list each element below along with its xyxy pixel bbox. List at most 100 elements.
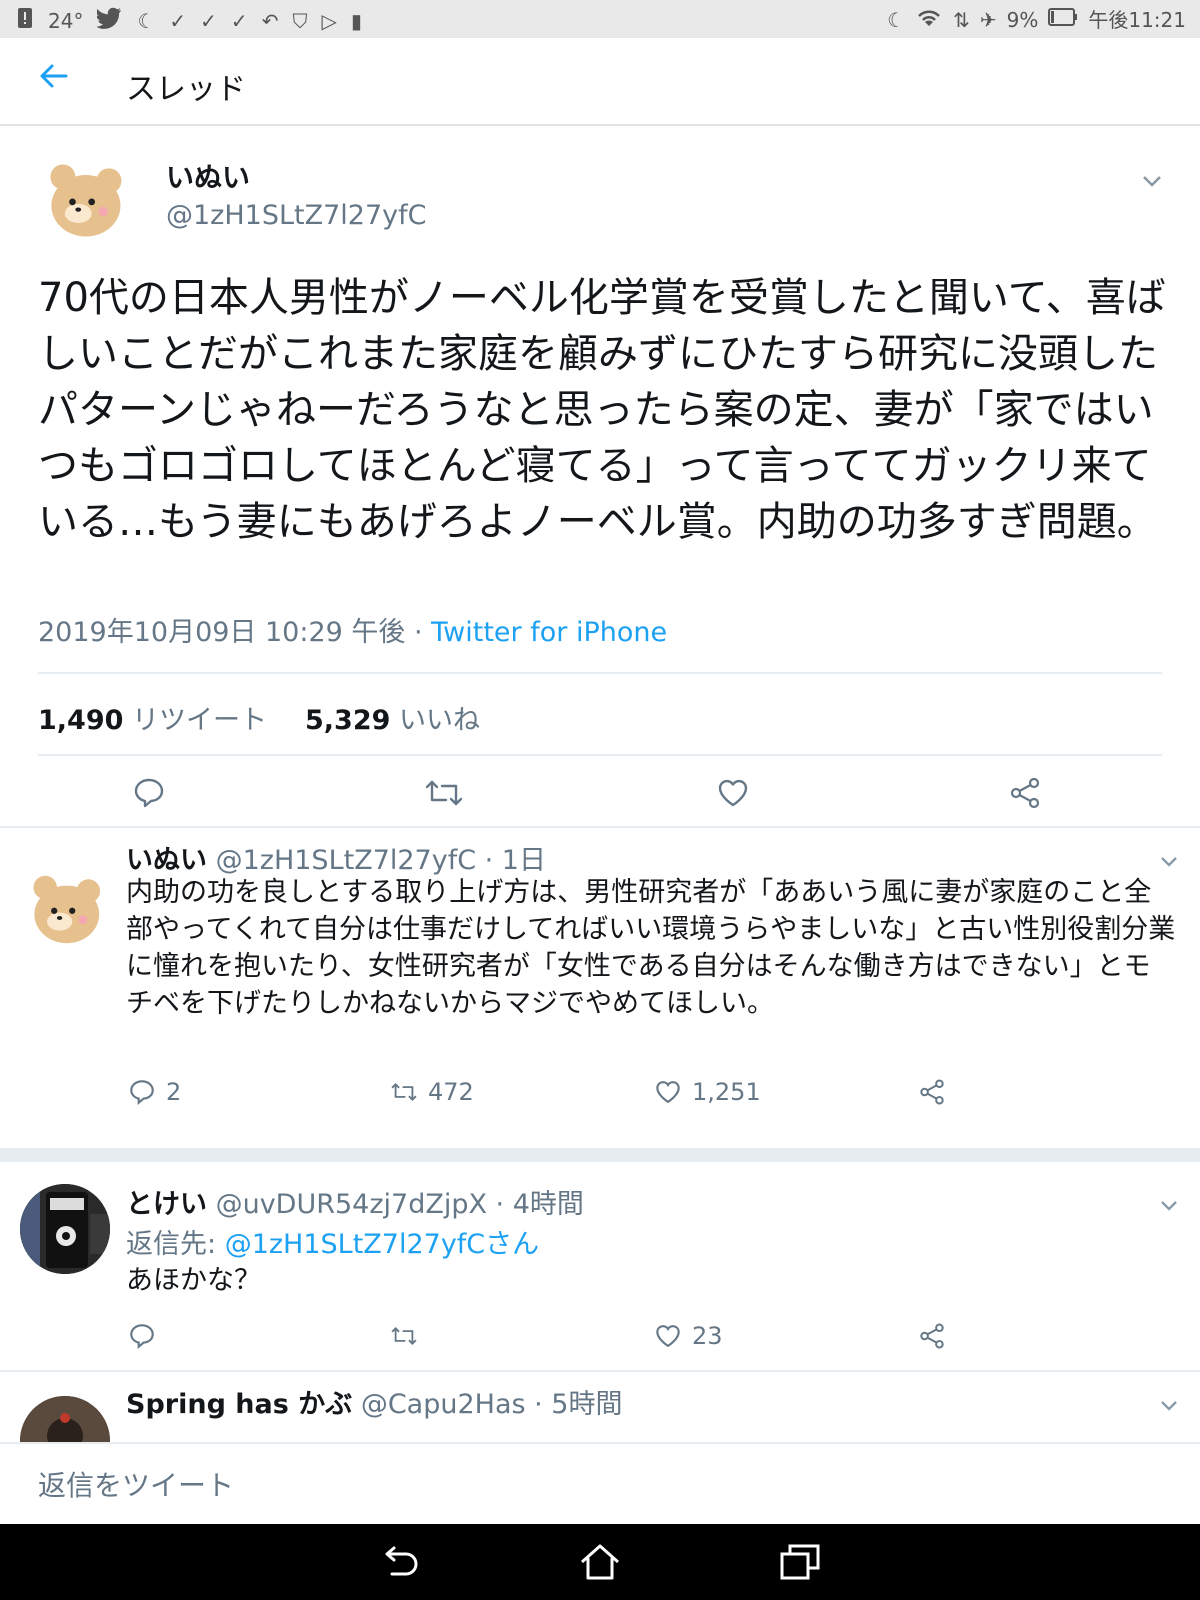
reply-text: 内助の功を良しとする取り上げ方は、男性研究者が「ああいう風に妻が家庭のこと全部や… (126, 877, 1176, 1019)
retweet-button[interactable] (390, 1322, 428, 1350)
like-count: 1,251 (692, 1078, 761, 1106)
replying-to-link[interactable]: @1zH1SLtZ7l27yfCさん (225, 1229, 539, 1260)
check-icon: ✓ (169, 9, 187, 33)
retweets-label: リツイート (132, 705, 267, 736)
battery-icon (1048, 7, 1078, 33)
reply-button[interactable] (128, 1322, 166, 1350)
retweets-stat[interactable]: 1,490 リツイート (38, 698, 267, 737)
reply-icon (130, 1324, 154, 1349)
reply-tweet[interactable]: Spring has かぶ @Capu2Has · 5時間 (0, 1374, 1200, 1442)
like-button[interactable]: 23 (654, 1322, 723, 1350)
reply-author-name[interactable]: いぬい (126, 845, 207, 876)
reply-tweet[interactable]: いぬい @1zH1SLtZ7l27yfC · 1日 内助の功を良しとする取り上げ… (0, 830, 1200, 1150)
check-icon: ✓ (230, 9, 248, 33)
reply-actions: 2 472 1,251 (0, 1078, 1200, 1114)
tweet-actions (0, 768, 1200, 818)
retweet-icon (391, 1327, 417, 1345)
photo-avatar-icon (20, 1184, 110, 1274)
retweet-button[interactable] (424, 776, 463, 812)
replying-to-label: 返信先: (126, 1229, 225, 1260)
back-nav-button[interactable] (378, 1540, 422, 1584)
reply-author-name[interactable]: とけい (126, 1189, 207, 1220)
shield-icon: ⛉ (292, 9, 308, 33)
reply-tweet[interactable]: とけい @uvDUR54zj7dZjpX · 4時間 返信先: @1zH1SLt… (0, 1162, 1200, 1372)
divider (38, 672, 1162, 674)
chevron-down-icon[interactable] (1160, 1192, 1178, 1216)
avatar[interactable] (20, 864, 110, 954)
retweet-icon (425, 780, 463, 806)
share-button[interactable] (918, 1078, 946, 1106)
retweet-icon (391, 1083, 417, 1101)
moon-icon: ☾ (887, 8, 906, 32)
chevron-down-icon[interactable] (1142, 168, 1162, 193)
avatar[interactable] (20, 1184, 110, 1274)
temperature-text: 24° (48, 9, 84, 33)
arrow-left-icon (40, 64, 68, 88)
moon-icon: ☾ (137, 9, 156, 33)
thread-separator (0, 1150, 1200, 1162)
wifi-icon (915, 6, 943, 34)
battery-percent: 9% (1006, 8, 1039, 32)
heart-icon (656, 1325, 680, 1348)
reply-input[interactable]: 返信をツイート (38, 1464, 234, 1504)
reply-actions: 23 (0, 1322, 1200, 1358)
bear-avatar-icon (36, 152, 132, 248)
like-button[interactable]: 1,251 (654, 1078, 761, 1106)
reply-composer[interactable]: 返信をツイート (0, 1442, 1200, 1524)
reply-button[interactable] (132, 776, 168, 812)
like-count: 23 (692, 1322, 723, 1350)
reply-text: あほかな？ (126, 1265, 261, 1296)
heart-icon (718, 779, 748, 807)
likes-stat[interactable]: 5,329 いいね (305, 698, 480, 737)
heart-icon (656, 1081, 680, 1104)
likes-count: 5,329 (305, 705, 391, 736)
tweet-date: 2019年10月09日 10:29 午後 · (38, 617, 432, 648)
share-button[interactable] (1008, 776, 1044, 812)
reply-count: 2 (166, 1078, 182, 1106)
reply-header: とけい @uvDUR54zj7dZjpX · 4時間 (126, 1182, 584, 1221)
chevron-down-icon[interactable] (1160, 1392, 1178, 1416)
reply-button[interactable]: 2 (128, 1078, 181, 1106)
bear-avatar-icon (20, 864, 110, 954)
likes-label: いいね (399, 705, 480, 736)
home-nav-button[interactable] (578, 1540, 622, 1584)
reply-icon (130, 1080, 154, 1105)
main-tweet: いぬい @1zH1SLtZ7l27yfC 70代の日本人男性がノーベル化学賞を受… (0, 128, 1200, 828)
airplane-icon: ✈ (979, 8, 997, 32)
recents-nav-button[interactable] (778, 1540, 822, 1584)
tweet-client-link[interactable]: Twitter for iPhone (431, 617, 667, 648)
data-arrows-icon: ⇅ (953, 8, 970, 32)
reply-handle-time: @Capu2Has · 5時間 (360, 1389, 623, 1420)
share-button[interactable] (918, 1322, 946, 1350)
replying-to: 返信先: @1zH1SLtZ7l27yfCさん (126, 1222, 539, 1261)
retweet-button[interactable]: 472 (390, 1078, 474, 1106)
back-nav-icon (385, 1546, 418, 1576)
status-bar: 24° ☾ ✓ ✓ ✓ ↶ ⛉ ▷ ▮ ☾ ⇅ ✈ 9% 午後11:21 (0, 0, 1200, 38)
back-button[interactable] (38, 58, 68, 102)
play-store-icon: ▷ (321, 9, 337, 33)
like-button[interactable] (716, 776, 752, 812)
reply-author-name[interactable]: Spring has かぶ (126, 1389, 352, 1420)
recents-icon (780, 1544, 820, 1580)
share-icon (920, 1079, 944, 1105)
photo-avatar-icon (20, 1396, 110, 1442)
author-handle[interactable]: @1zH1SLtZ7l27yfC (166, 200, 426, 231)
twitter-icon (96, 7, 123, 35)
alert-icon (16, 6, 34, 36)
author-name[interactable]: いぬい (166, 156, 250, 196)
tweet-stats: 1,490 リツイート 5,329 いいね (38, 698, 480, 737)
retweets-count: 1,490 (38, 705, 124, 736)
chevron-down-icon[interactable] (1160, 848, 1178, 872)
sd-card-icon: ▮ (350, 9, 362, 33)
reply-icon (134, 778, 164, 808)
retweet-count: 472 (428, 1078, 474, 1106)
avatar[interactable] (20, 1396, 110, 1442)
reply-header: いぬい @1zH1SLtZ7l27yfC · 1日 (126, 838, 546, 877)
reply-handle-time: @1zH1SLtZ7l27yfC · 1日 (215, 845, 546, 876)
tweet-text: 70代の日本人男性がノーベル化学賞を受賞したと聞いて、喜ばしいことだがこれまた家… (38, 275, 1166, 545)
thread-header: スレッド (0, 38, 1200, 126)
clock: 午後11:21 (1088, 8, 1186, 32)
avatar[interactable] (36, 152, 132, 248)
reply-arrow-icon: ↶ (261, 9, 279, 33)
check-icon: ✓ (200, 9, 217, 33)
